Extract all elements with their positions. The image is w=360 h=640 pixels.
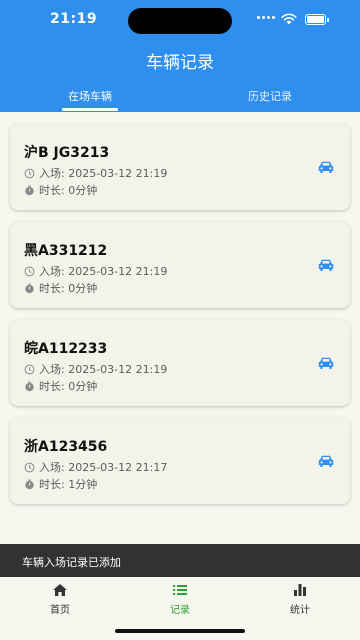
tab-present-vehicles[interactable]: 在场车辆 — [0, 88, 180, 104]
entry-time: 入场: 2025-03-12 21:19 — [39, 167, 168, 180]
plate-number: 黑A331212 — [24, 243, 108, 259]
active-tab-indicator — [62, 108, 118, 111]
duration: 时长: 0分钟 — [39, 184, 98, 197]
timer-icon — [25, 283, 34, 293]
nav-records-label: 记录 — [170, 605, 190, 616]
car-icon — [318, 161, 334, 173]
clock-icon — [24, 462, 35, 472]
plate-number: 浙A123456 — [24, 439, 108, 455]
tab-history[interactable]: 历史记录 — [180, 88, 360, 104]
entry-time-row: 入场: 2025-03-12 21:19 — [24, 165, 167, 181]
timer-icon — [25, 185, 34, 195]
snackbar: 车辆入场记录已添加 — [0, 544, 360, 577]
nav-home[interactable]: 首页 — [0, 583, 120, 616]
timer-icon — [25, 479, 34, 489]
entry-time: 入场: 2025-03-12 21:17 — [39, 461, 168, 474]
timer-icon — [25, 381, 34, 391]
entry-time-row: 入场: 2025-03-12 21:17 — [24, 459, 167, 475]
entry-time-row: 入场: 2025-03-12 21:19 — [24, 263, 167, 279]
vehicle-card[interactable]: 浙A123456 入场: 2025-03-12 21:17 时长: 1分钟 — [10, 418, 350, 504]
duration: 时长: 1分钟 — [39, 478, 98, 491]
clock-icon — [24, 266, 35, 276]
vehicle-card[interactable]: 皖A112233 入场: 2025-03-12 21:19 时长: 0分钟 — [10, 320, 350, 406]
nav-statistics[interactable]: 统计 — [240, 583, 360, 616]
nav-records[interactable]: 记录 — [120, 583, 240, 616]
vehicle-card[interactable]: 黑A331212 入场: 2025-03-12 21:19 时长: 0分钟 — [10, 222, 350, 308]
status-time: 21:19 — [50, 11, 98, 27]
duration-row: 时长: 1分钟 — [24, 476, 97, 492]
entry-time: 入场: 2025-03-12 21:19 — [39, 363, 168, 376]
nav-home-label: 首页 — [50, 605, 70, 616]
page-title: 车辆记录 — [146, 53, 214, 73]
car-icon — [318, 455, 334, 467]
battery-icon — [305, 14, 329, 25]
duration: 时长: 0分钟 — [39, 380, 98, 393]
clock-icon — [24, 168, 35, 178]
duration-row: 时长: 0分钟 — [24, 182, 97, 198]
nav-statistics-label: 统计 — [290, 605, 310, 616]
entry-time-row: 入场: 2025-03-12 21:19 — [24, 361, 167, 377]
snackbar-message: 车辆入场记录已添加 — [22, 556, 121, 569]
home-indicator — [115, 629, 245, 633]
app-header: 21:19 车辆记录 在场车辆 历史记录 — [0, 0, 360, 112]
home-icon — [53, 584, 67, 596]
vehicle-card[interactable]: 沪B JG3213 入场: 2025-03-12 21:19 时长: 0分钟 — [10, 124, 350, 210]
plate-number: 沪B JG3213 — [24, 145, 110, 161]
entry-time: 入场: 2025-03-12 21:19 — [39, 265, 168, 278]
status-bar: 21:19 — [0, 0, 360, 40]
duration: 时长: 0分钟 — [39, 282, 98, 295]
car-icon — [318, 259, 334, 271]
bar-chart-icon — [294, 584, 306, 596]
list-icon — [173, 585, 187, 595]
plate-number: 皖A112233 — [24, 341, 108, 357]
car-icon — [318, 357, 334, 369]
duration-row: 时长: 0分钟 — [24, 378, 97, 394]
duration-row: 时长: 0分钟 — [24, 280, 97, 296]
wifi-icon — [281, 13, 297, 25]
camera-notch — [128, 8, 232, 34]
signal-icon — [257, 16, 275, 19]
clock-icon — [24, 364, 35, 374]
